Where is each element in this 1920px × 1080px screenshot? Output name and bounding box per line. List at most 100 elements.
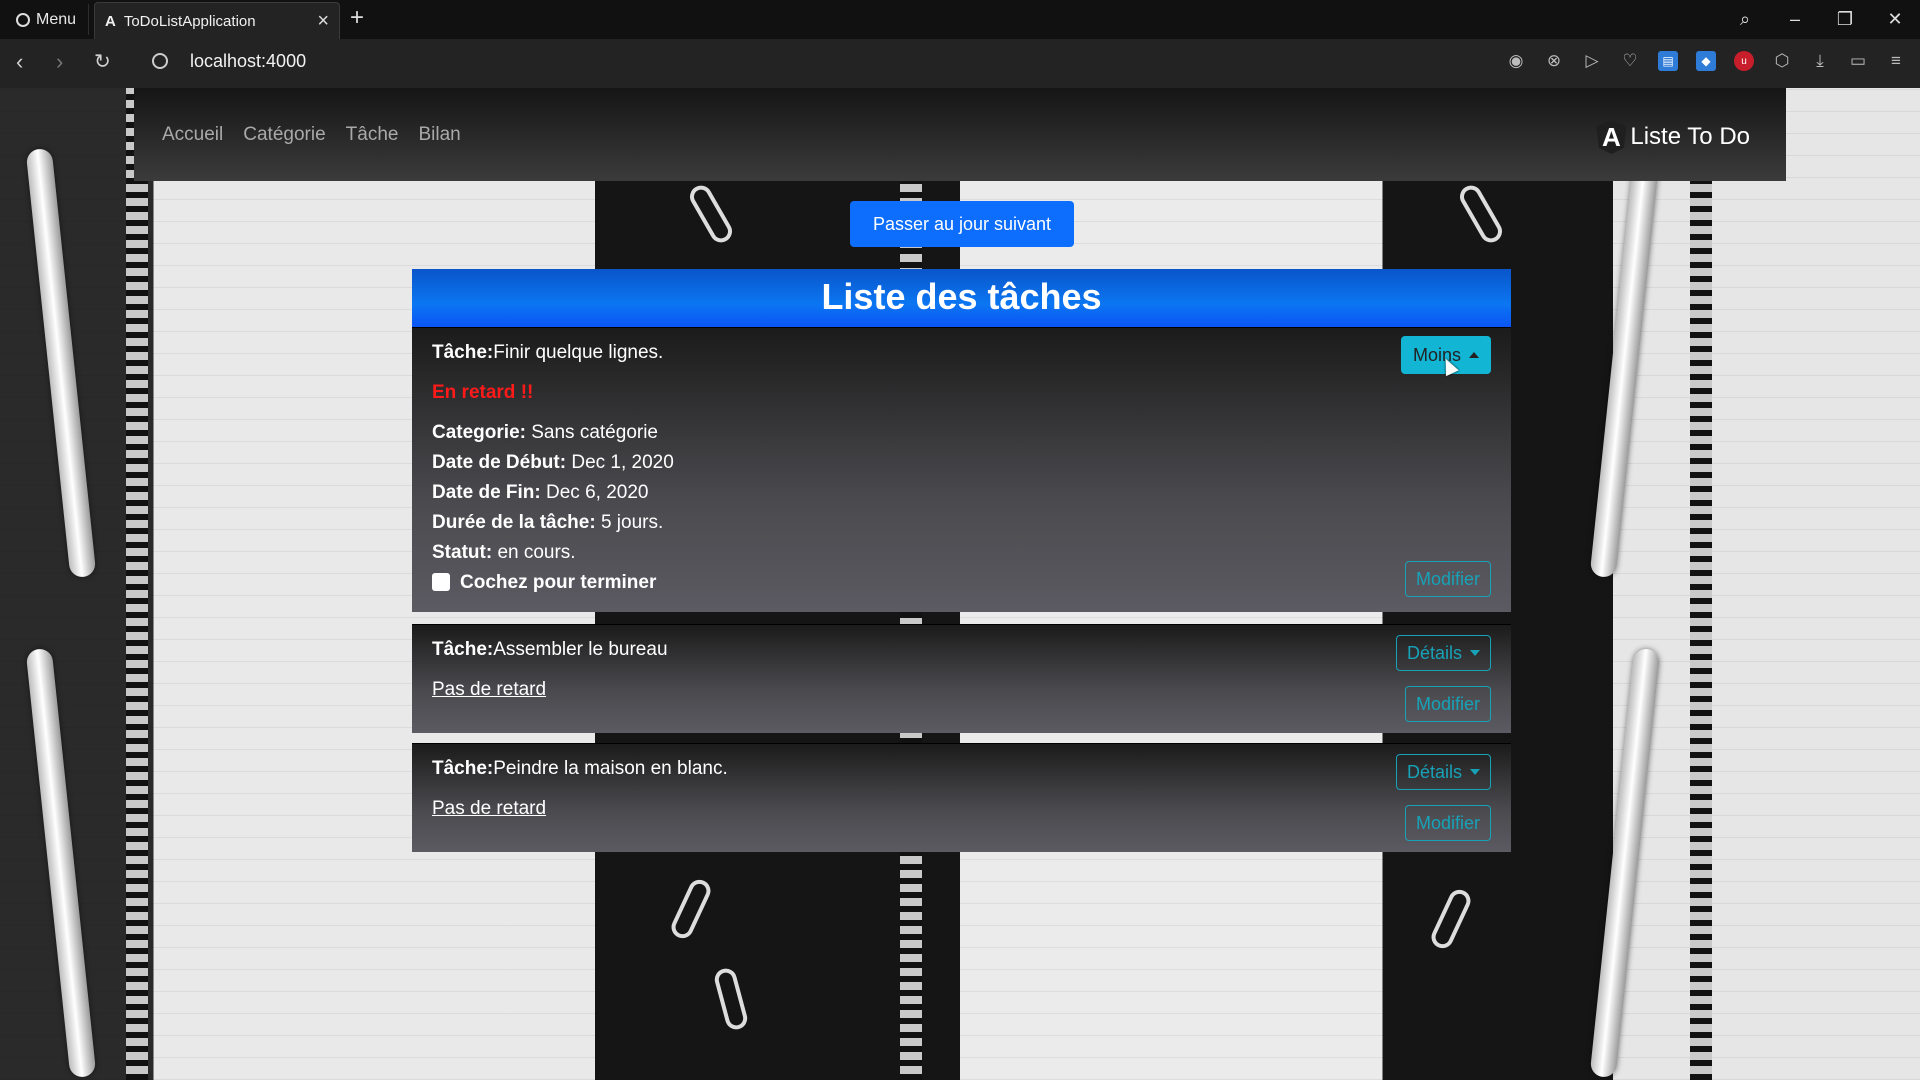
paperclip-image — [685, 181, 737, 247]
details-button[interactable]: Détails — [1395, 635, 1491, 671]
nav-link-accueil[interactable]: Accueil — [162, 124, 223, 146]
details-button[interactable]: Détails — [1395, 754, 1491, 790]
caret-down-icon — [1470, 769, 1480, 775]
task-title: Tâche:Assembler le bureau — [432, 639, 668, 661]
complete-task-label: Cochez pour terminer — [460, 572, 657, 593]
paperclip-image — [667, 876, 715, 942]
task-list-title: Liste des tâches — [412, 269, 1511, 327]
task-category: Categorie: Sans catégorie — [432, 422, 658, 444]
task-name: Finir quelque lignes. — [493, 342, 664, 363]
shield-extension-icon[interactable]: ◆ — [1696, 51, 1716, 71]
close-tab-icon[interactable]: × — [317, 10, 329, 33]
end-label: Date de Fin: — [432, 482, 541, 503]
duration-label: Durée de la tâche: — [432, 512, 596, 533]
task-label: Tâche: — [432, 639, 494, 660]
caret-down-icon — [1470, 650, 1480, 656]
task-duration: Durée de la tâche: 5 jours. — [432, 512, 663, 534]
settings-icon[interactable]: ≡ — [1886, 51, 1906, 71]
pen-image — [1589, 647, 1661, 1079]
notebook-spiral — [126, 88, 148, 1080]
pen-image — [25, 147, 97, 579]
edit-task-button[interactable]: Modifier — [1404, 561, 1491, 597]
site-info-icon[interactable] — [152, 53, 168, 69]
task-name: Assembler le bureau — [493, 639, 668, 660]
nav-links: Accueil Catégorie Tâche Bilan — [162, 124, 461, 146]
url-field[interactable]: localhost:4000 — [190, 51, 306, 72]
browser-tabbar: Menu A ToDoListApplication × + ⌕ – ❐ ✕ — [0, 0, 1920, 39]
close-window-icon[interactable]: ✕ — [1870, 9, 1920, 30]
complete-task-row: Cochez pour terminer — [432, 572, 656, 594]
start-value: Dec 1, 2020 — [571, 452, 674, 473]
extension-icon[interactable]: ▤ — [1658, 51, 1678, 71]
browser-menu-button[interactable]: Menu — [4, 4, 90, 35]
brand-title: Liste To Do — [1630, 123, 1750, 150]
edit-task-button[interactable]: Modifier — [1404, 805, 1491, 841]
task-card: Tâche:Peindre la maison en blanc. Détail… — [412, 743, 1511, 852]
task-name: Peindre la maison en blanc. — [493, 758, 728, 779]
task-title: Tâche:Finir quelque lignes. — [432, 342, 663, 364]
task-title: Tâche:Peindre la maison en blanc. — [432, 758, 728, 780]
category-label: Categorie: — [432, 422, 526, 443]
task-list-card: Liste des tâches Tâche:Finir quelque lig… — [412, 269, 1511, 852]
battery-icon[interactable]: ▭ — [1848, 51, 1868, 71]
app-navbar: Accueil Catégorie Tâche Bilan A Liste To… — [134, 88, 1786, 181]
camera-icon[interactable]: ◉ — [1506, 51, 1526, 71]
next-day-button[interactable]: Passer au jour suivant — [850, 201, 1074, 247]
toggle-label: Détails — [1406, 642, 1462, 663]
brand[interactable]: A Liste To Do — [1596, 120, 1750, 154]
ublock-icon[interactable]: u — [1734, 51, 1754, 71]
angular-logo-icon: A — [1596, 120, 1627, 154]
browser-addressbar: ‹ › ↻ localhost:4000 ◉ ⊗ ▷ ♡ ▤ ◆ u ⬡ ⤓ ▭… — [0, 39, 1920, 88]
status-label: Statut: — [432, 542, 493, 563]
paperclip-image — [1455, 181, 1507, 247]
paperclip-image — [712, 966, 750, 1032]
send-icon[interactable]: ▷ — [1582, 51, 1602, 71]
browser-menu-label: Menu — [36, 10, 77, 28]
opera-icon — [16, 12, 30, 27]
pen-image — [25, 647, 97, 1079]
complete-task-checkbox[interactable] — [432, 573, 450, 591]
end-value: Dec 6, 2020 — [546, 482, 649, 503]
restore-icon[interactable]: ❐ — [1820, 9, 1870, 30]
edit-task-button[interactable]: Modifier — [1404, 686, 1491, 722]
minimize-icon[interactable]: – — [1770, 9, 1820, 30]
heart-icon[interactable]: ♡ — [1620, 51, 1640, 71]
download-icon[interactable]: ⤓ — [1810, 51, 1830, 71]
page-viewport: Accueil Catégorie Tâche Bilan A Liste To… — [0, 88, 1920, 1080]
task-separator — [412, 733, 1511, 743]
browser-tab[interactable]: A ToDoListApplication × — [94, 2, 340, 39]
task-end-date: Date de Fin: Dec 6, 2020 — [432, 482, 648, 504]
window-controls: ⌕ – ❐ ✕ — [1720, 0, 1920, 39]
task-label: Tâche: — [432, 342, 494, 363]
task-label: Tâche: — [432, 758, 494, 779]
cube-icon[interactable]: ⬡ — [1772, 51, 1792, 71]
nav-link-bilan[interactable]: Bilan — [418, 124, 460, 146]
reload-icon[interactable]: ↻ — [94, 49, 111, 74]
task-status: Statut: en cours. — [432, 542, 576, 564]
block-icon[interactable]: ⊗ — [1544, 51, 1564, 71]
caret-up-icon — [1469, 352, 1479, 358]
task-start-date: Date de Début: Dec 1, 2020 — [432, 452, 674, 474]
nav-link-categorie[interactable]: Catégorie — [243, 124, 325, 146]
task-separator — [412, 612, 1511, 624]
duration-value: 5 jours. — [600, 512, 664, 533]
extensions-toolbar: ◉ ⊗ ▷ ♡ ▤ ◆ u ⬡ ⤓ ▭ ≡ — [1506, 51, 1906, 71]
forward-icon[interactable]: › — [56, 49, 63, 75]
paperclip-image — [1427, 886, 1475, 952]
search-tabs-icon[interactable]: ⌕ — [1720, 9, 1770, 30]
pen-image — [1589, 147, 1661, 579]
status-value: en cours. — [497, 542, 576, 563]
nav-link-tache[interactable]: Tâche — [346, 124, 399, 146]
notebook-spiral — [1690, 88, 1712, 1080]
back-icon[interactable]: ‹ — [16, 49, 23, 75]
task-card: Tâche:Finir quelque lignes. Moins En ret… — [412, 327, 1511, 612]
on-time-status[interactable]: Pas de retard — [432, 679, 546, 701]
start-label: Date de Début: — [432, 452, 567, 473]
category-value: Sans catégorie — [531, 422, 658, 443]
tab-title: ToDoListApplication — [123, 12, 256, 30]
late-status: En retard !! — [432, 382, 534, 403]
new-tab-icon[interactable]: + — [350, 4, 364, 32]
tab-favicon-icon: A — [105, 12, 116, 30]
toggle-label: Détails — [1406, 761, 1462, 782]
on-time-status[interactable]: Pas de retard — [432, 798, 546, 820]
